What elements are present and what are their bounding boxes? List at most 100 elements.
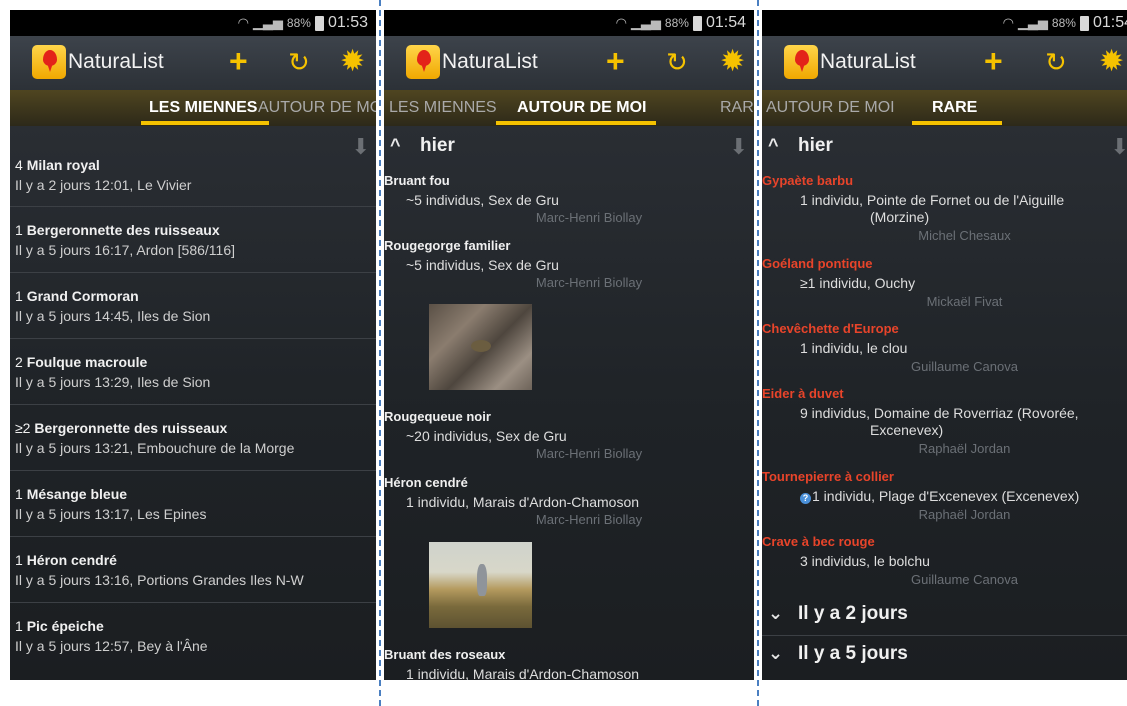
tab-indicator bbox=[496, 121, 656, 125]
observation-detail: 9 individus, Domaine de Roverriaz (Rovor… bbox=[800, 405, 1079, 438]
observation-photo[interactable] bbox=[429, 542, 532, 628]
list-item[interactable]: 1 Pic épeiche Il y a 5 jours 12:57, Bey à… bbox=[10, 602, 376, 668]
rare-observation-entry[interactable]: Goéland pontique ≥1 individu, Ouchy Mick… bbox=[762, 256, 1127, 309]
tab-autour-de-moi[interactable]: AUTOUR DE MOI bbox=[517, 99, 646, 117]
observation-count: 1 bbox=[15, 552, 23, 568]
observation-info: Il y a 5 jours 16:17, Ardon [586/116] bbox=[15, 242, 236, 258]
list-item[interactable]: 1 Bergeronnette des ruisseaux Il y a 5 jo… bbox=[10, 206, 376, 272]
rare-observation-entry[interactable]: Tournepierre à collier ? 1 individu, Plag… bbox=[762, 469, 1127, 522]
status-bar: ◠ ▁▃▅ 88% 01:53 bbox=[10, 10, 376, 36]
observation-title: 1 Grand Cormoran bbox=[15, 288, 376, 304]
action-bar: NaturaList + ↻ ✹ bbox=[384, 36, 754, 90]
rare-observation-entry[interactable]: Crave à bec rouge 3 individus, le bolchu… bbox=[762, 534, 1127, 587]
list-item[interactable]: ≥2 Bergeronnette des ruisseaux Il y a 5 j… bbox=[10, 404, 376, 470]
tab-rare[interactable]: RARE bbox=[932, 99, 977, 117]
list-item[interactable]: 1 Grand Cormoran Il y a 5 jours 14:45, Il… bbox=[10, 272, 376, 338]
observation-title: 4 Milan royal bbox=[15, 157, 376, 173]
app-logo-icon[interactable] bbox=[784, 45, 818, 79]
screen-autour-de-moi: ◠ ▁▃▅ 88% 01:54 NaturaList + ↻ ✹ LES MIE… bbox=[384, 10, 754, 680]
species-name: Rougegorge familier bbox=[384, 238, 511, 253]
observer-name: Mickaël Fivat bbox=[926, 294, 1003, 309]
chevron-up-icon: ^ bbox=[768, 135, 779, 155]
observer-name: Marc-Henri Biollay bbox=[535, 210, 643, 225]
add-icon[interactable]: + bbox=[606, 44, 625, 78]
clock: 01:53 bbox=[327, 14, 368, 31]
screen-les-miennes: ◠ ▁▃▅ 88% 01:53 NaturaList + ↻ ✹ LES MIE… bbox=[10, 10, 376, 680]
observation-detail: 1 individu, le clou bbox=[800, 340, 908, 356]
observation-count: 1 bbox=[15, 486, 23, 502]
observation-info: Il y a 5 jours 14:45, Iles de Sion bbox=[15, 308, 211, 324]
group-header-2-jours[interactable]: ⌄ Il y a 2 jours bbox=[762, 596, 1127, 634]
status-bar: ◠ ▁▃▅ 88% 01:54 bbox=[384, 10, 754, 36]
status-bar: ◠ ▁▃▅ 88% 01:54 bbox=[762, 10, 1127, 36]
species-name: Foulque macroule bbox=[26, 354, 148, 370]
tab-les-miennes[interactable]: LES MIENNES bbox=[149, 99, 257, 117]
observation-detail: ~20 individus, Sex de Gru bbox=[406, 428, 567, 444]
add-icon[interactable]: + bbox=[229, 44, 248, 78]
tab-rare[interactable]: RARE bbox=[720, 99, 754, 117]
app-logo-icon[interactable] bbox=[406, 45, 440, 79]
species-name: Héron cendré bbox=[26, 552, 117, 568]
species-name: Gypaète barbu bbox=[762, 173, 854, 188]
rare-observation-entry[interactable]: Gypaète barbu 1 individu, Pointe de Forn… bbox=[762, 173, 1127, 243]
battery-percent: 88% bbox=[664, 16, 689, 30]
species-name: Bruant des roseaux bbox=[384, 647, 506, 662]
observation-info: Il y a 5 jours 13:29, Iles de Sion bbox=[15, 374, 211, 390]
observation-count: 4 bbox=[15, 157, 23, 173]
refresh-location-icon[interactable]: ↻ bbox=[1045, 48, 1067, 76]
tab-autour-de-moi[interactable]: AUTOUR DE MOI bbox=[766, 99, 895, 117]
signal-icon: ▁▃▅ bbox=[1017, 15, 1048, 30]
refresh-location-icon[interactable]: ↻ bbox=[666, 48, 688, 76]
group-header-hier[interactable]: ^ hier bbox=[384, 135, 754, 169]
species-name: Goéland pontique bbox=[762, 256, 873, 271]
observation-info: Il y a 5 jours 13:16, Portions Grandes I… bbox=[15, 572, 304, 588]
signal-icon: ▁▃▅ bbox=[252, 15, 283, 30]
add-icon[interactable]: + bbox=[984, 44, 1003, 78]
settings-icon[interactable]: ✹ bbox=[720, 46, 745, 78]
species-name: Pic épeiche bbox=[26, 618, 104, 634]
list-item[interactable]: 1 Mésange bleue Il y a 5 jours 13:17, Les… bbox=[10, 470, 376, 536]
rare-observation-entry[interactable]: Eider à duvet 9 individus, Domaine de Ro… bbox=[762, 386, 1127, 456]
observation-detail: ~5 individus, Sex de Gru bbox=[406, 192, 559, 208]
group-header-hier[interactable]: ^ hier bbox=[762, 135, 1127, 169]
info-badge-icon[interactable]: ? bbox=[800, 493, 811, 504]
battery-icon bbox=[314, 15, 324, 31]
list-item[interactable]: 4 Milan royal Il y a 2 jours 12:01, Le Vi… bbox=[10, 140, 376, 206]
observation-entry[interactable]: Bruant des roseaux 1 individu, Marais d'… bbox=[384, 647, 754, 680]
list-item[interactable]: 2 Foulque macroule Il y a 5 jours 13:29, … bbox=[10, 338, 376, 404]
observation-entry[interactable]: Bruant fou ~5 individus, Sex de Gru Marc… bbox=[384, 173, 754, 225]
group-header-5-jours[interactable]: ⌄ Il y a 5 jours bbox=[762, 635, 1127, 673]
clock: 01:54 bbox=[705, 14, 746, 31]
refresh-location-icon[interactable]: ↻ bbox=[288, 48, 310, 76]
app-title: NaturaList bbox=[442, 50, 538, 73]
tab-indicator bbox=[141, 121, 269, 125]
species-name: Grand Cormoran bbox=[26, 288, 139, 304]
settings-icon[interactable]: ✹ bbox=[340, 46, 365, 78]
app-logo-icon[interactable] bbox=[32, 45, 66, 79]
observation-detail: 3 individus, le bolchu bbox=[800, 553, 930, 569]
battery-icon bbox=[1079, 15, 1089, 31]
observation-title: 1 Mésange bleue bbox=[15, 486, 376, 502]
observation-entry[interactable]: Héron cendré 1 individu, Marais d'Ardon-… bbox=[384, 475, 754, 527]
rare-observation-entry[interactable]: Chevêchette d'Europe 1 individu, le clou… bbox=[762, 321, 1127, 374]
observation-entry[interactable]: Rougegorge familier ~5 individus, Sex de… bbox=[384, 238, 754, 290]
observation-list: 4 Milan royal Il y a 2 jours 12:01, Le Vi… bbox=[10, 140, 376, 668]
observer-name: Raphaël Jordan bbox=[918, 441, 1011, 456]
observation-detail: ? 1 individu, Plage d'Excenevex (Exceneve… bbox=[762, 488, 1127, 505]
list-item[interactable]: 1 Héron cendré Il y a 5 jours 13:16, Port… bbox=[10, 536, 376, 602]
observation-entry[interactable]: Rougequeue noir ~20 individus, Sex de Gr… bbox=[384, 409, 754, 461]
observer-name: Marc-Henri Biollay bbox=[535, 446, 643, 461]
observation-detail: 1 individu, Marais d'Ardon-Chamoson bbox=[406, 666, 640, 680]
settings-icon[interactable]: ✹ bbox=[1099, 46, 1124, 78]
tab-les-miennes[interactable]: LES MIENNES bbox=[389, 99, 497, 117]
observer-name: Michel Chesaux bbox=[918, 228, 1011, 243]
observation-title: 1 Héron cendré bbox=[15, 552, 376, 568]
tab-autour-de-moi[interactable]: AUTOUR DE MOI bbox=[258, 99, 376, 117]
battery-icon bbox=[692, 15, 702, 31]
screen-rare: ◠ ▁▃▅ 88% 01:54 NaturaList + ↻ ✹ AUTOUR … bbox=[762, 10, 1127, 680]
species-name: Chevêchette d'Europe bbox=[762, 321, 899, 336]
screen-divider bbox=[379, 0, 381, 706]
species-name: Bruant fou bbox=[384, 173, 450, 188]
observation-photo[interactable] bbox=[429, 304, 532, 390]
observation-detail: 1 individu, Pointe de Fornet ou de l'Aig… bbox=[800, 192, 1065, 225]
